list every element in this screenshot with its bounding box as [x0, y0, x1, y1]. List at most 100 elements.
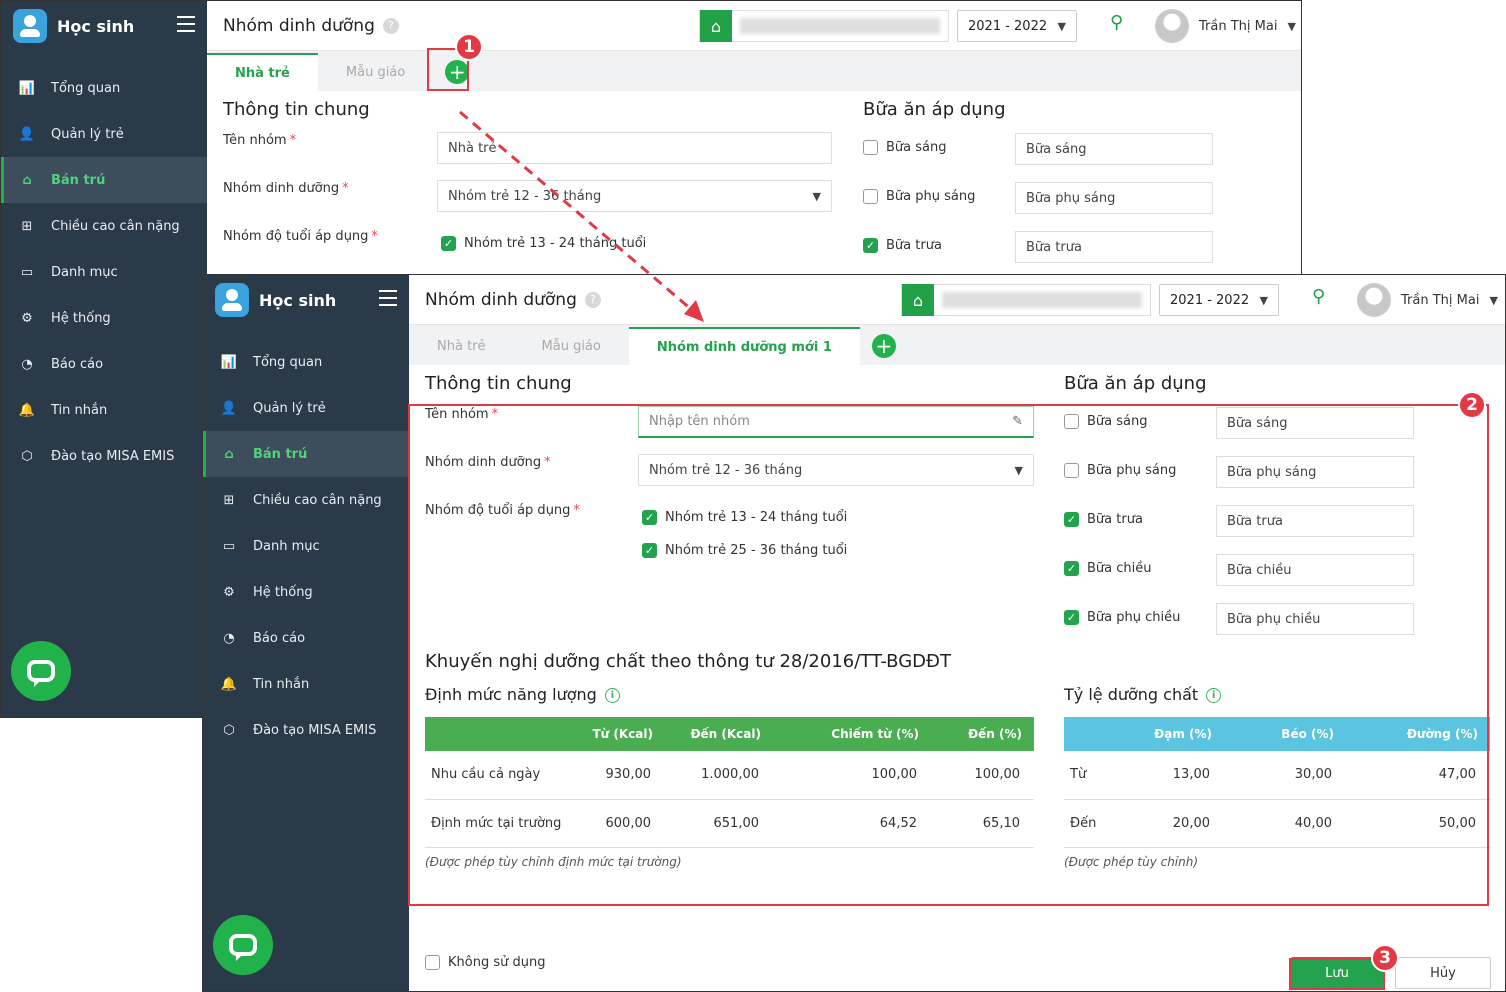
plus-square-icon: ⊞: [21, 218, 33, 234]
meal-name-input[interactable]: Bữa sáng: [1216, 407, 1414, 439]
table-cell[interactable]: 651,00: [665, 799, 773, 848]
chat-button[interactable]: [213, 915, 273, 975]
table-cell[interactable]: 100,00: [773, 751, 931, 800]
unused-checkbox[interactable]: Không sử dụng: [425, 955, 545, 970]
meal-checkbox[interactable]: Bữa phụ sáng: [1064, 463, 1176, 478]
sidebar-item-6[interactable]: ◔ Báo cáo: [1, 341, 207, 387]
energy-header: Chiếm từ (%): [773, 717, 931, 751]
nutrition-group-select[interactable]: Nhóm trẻ 12 - 36 tháng ▼: [638, 454, 1034, 486]
age-group-label: Nhóm độ tuổi áp dụng *: [223, 229, 378, 244]
folder-icon: ▭: [222, 538, 236, 554]
meal-name-input[interactable]: Bữa chiều: [1216, 554, 1414, 586]
table-cell[interactable]: 47,00: [1346, 751, 1490, 800]
sidebar-item-2[interactable]: ⌂ Bán trú: [203, 431, 409, 477]
sidebar-item-1[interactable]: 👤 Quản lý trẻ: [203, 385, 409, 431]
ratio-header: Béo (%): [1224, 717, 1346, 751]
meal-name-input[interactable]: Bữa trưa: [1015, 231, 1213, 263]
age-option-checkbox[interactable]: ✓ Nhóm trẻ 25 - 36 tháng tuổi: [642, 543, 847, 558]
table-cell[interactable]: 600,00: [585, 799, 665, 848]
table-cell: Từ: [1064, 751, 1124, 800]
sidebar-item-7[interactable]: 🔔 Tin nhắn: [203, 661, 409, 707]
table-cell[interactable]: 65,10: [931, 799, 1034, 848]
sidebar-item-8[interactable]: ⬡ Đào tạo MISA EMIS: [203, 707, 409, 753]
save-button[interactable]: Lưu: [1291, 957, 1383, 989]
meal-checkbox[interactable]: ✓ Bữa chiều: [1064, 561, 1152, 576]
table-cell[interactable]: 1.000,00: [665, 751, 773, 800]
table-cell[interactable]: 64,52: [773, 799, 931, 848]
sidebar-item-6[interactable]: ◔ Báo cáo: [203, 615, 409, 661]
table-cell[interactable]: 30,00: [1224, 751, 1346, 800]
tab-nha-tre[interactable]: Nhà trẻ: [207, 53, 318, 91]
meal-name-input[interactable]: Bữa phụ chiều: [1216, 603, 1414, 635]
meal-checkbox[interactable]: ✓ Bữa trưa: [1064, 512, 1143, 527]
table-cell[interactable]: 50,00: [1346, 799, 1490, 848]
meal-name-input[interactable]: Bữa sáng: [1015, 133, 1213, 165]
sidebar-item-label: Bán trú: [253, 446, 308, 462]
tab-new-nutrition-group[interactable]: Nhóm dinh dưỡng mới 1: [628, 327, 860, 365]
group-name-input[interactable]: Nhập tên nhóm ✎: [638, 406, 1034, 438]
user-menu[interactable]: Trần Thị Mai ▼: [1155, 9, 1296, 43]
year-select[interactable]: 2021 - 2022 ▼: [957, 10, 1077, 42]
nutrition-group-select[interactable]: Nhóm trẻ 12 - 36 tháng ▼: [437, 180, 832, 212]
sidebar-item-4[interactable]: ▭ Danh mục: [1, 249, 207, 295]
year-select[interactable]: 2021 - 2022 ▼: [1159, 284, 1279, 316]
pin-icon[interactable]: ⚲: [1110, 12, 1123, 33]
sidebar-item-5[interactable]: ⚙ Hệ thống: [1, 295, 207, 341]
school-selector[interactable]: ⌂: [699, 10, 949, 42]
chevron-down-icon: ▼: [812, 189, 821, 203]
sidebar-item-5[interactable]: ⚙ Hệ thống: [203, 569, 409, 615]
table-cell[interactable]: 13,00: [1124, 751, 1224, 800]
table-cell[interactable]: 930,00: [585, 751, 665, 800]
menu-icon[interactable]: [379, 290, 397, 306]
tab-bar: Nhà trẻ Mẫu giáo Nhóm dinh dưỡng mới 1 +: [409, 325, 1505, 365]
table-cell[interactable]: 20,00: [1124, 799, 1224, 848]
sidebar-item-0[interactable]: 📊 Tổng quan: [1, 65, 207, 111]
pin-icon[interactable]: ⚲: [1312, 286, 1325, 307]
add-tab-button[interactable]: +: [445, 60, 470, 84]
sidebar-item-4[interactable]: ▭ Danh mục: [203, 523, 409, 569]
sidebar-item-1[interactable]: 👤 Quản lý trẻ: [1, 111, 207, 157]
table-cell[interactable]: 100,00: [931, 751, 1034, 800]
info-icon[interactable]: i: [604, 688, 620, 703]
chevron-down-icon: ▼: [1489, 293, 1498, 307]
check-icon: ✓: [1064, 610, 1079, 625]
age-option-checkbox[interactable]: ✓ Nhóm trẻ 13 - 24 tháng tuổi: [441, 236, 646, 251]
help-icon[interactable]: ?: [584, 291, 601, 308]
sidebar-item-7[interactable]: 🔔 Tin nhắn: [1, 387, 207, 433]
sidebar-item-3[interactable]: ⊞ Chiều cao cân nặng: [1, 203, 207, 249]
meal-name-input[interactable]: Bữa trưa: [1216, 505, 1414, 537]
student-logo-icon: [13, 9, 47, 43]
sidebar-item-label: Báo cáo: [253, 630, 306, 646]
sidebar-item-0[interactable]: 📊 Tổng quan: [203, 339, 409, 385]
chat-button[interactable]: [11, 641, 71, 701]
tab-mau-giao[interactable]: Mẫu giáo: [514, 327, 629, 365]
meal-name-input[interactable]: Bữa phụ sáng: [1216, 456, 1414, 488]
meal-checkbox[interactable]: ✓ Bữa trưa: [863, 238, 942, 253]
tab-mau-giao[interactable]: Mẫu giáo: [318, 53, 433, 91]
sidebar-item-3[interactable]: ⊞ Chiều cao cân nặng: [203, 477, 409, 523]
user-menu[interactable]: Trần Thị Mai ▼: [1357, 283, 1498, 317]
age-option-checkbox[interactable]: ✓ Nhóm trẻ 13 - 24 tháng tuổi: [642, 510, 847, 525]
menu-icon[interactable]: [177, 16, 195, 32]
meal-name-input[interactable]: Bữa phụ sáng: [1015, 182, 1213, 214]
cancel-button[interactable]: Hủy: [1395, 957, 1491, 989]
meal-checkbox[interactable]: ✓ Bữa phụ chiều: [1064, 610, 1180, 625]
add-tab-button[interactable]: +: [871, 334, 896, 358]
checkbox-icon: [1064, 414, 1079, 429]
sidebar-item-2[interactable]: ⌂ Bán trú: [1, 157, 207, 203]
group-name-input[interactable]: Nhà trẻ: [437, 132, 832, 164]
help-icon[interactable]: ?: [382, 17, 399, 34]
sidebar-item-label: Đào tạo MISA EMIS: [51, 448, 175, 464]
school-selector[interactable]: ⌂: [901, 284, 1151, 316]
table-cell[interactable]: 40,00: [1224, 799, 1346, 848]
meal-checkbox[interactable]: Bữa sáng: [863, 140, 947, 155]
sidebar-item-8[interactable]: ⬡ Đào tạo MISA EMIS: [1, 433, 207, 479]
ratio-title: Tỷ lệ dưỡng chất i: [1064, 685, 1222, 704]
meal-checkbox[interactable]: Bữa sáng: [1064, 414, 1148, 429]
student-logo-icon: [215, 283, 249, 317]
tab-nha-tre[interactable]: Nhà trẻ: [409, 327, 514, 365]
school-icon: ⌂: [700, 10, 732, 42]
info-icon[interactable]: i: [1206, 688, 1222, 703]
meal-checkbox[interactable]: Bữa phụ sáng: [863, 189, 975, 204]
table-row: Từ 13,00 30,00 47,00: [1064, 751, 1490, 800]
